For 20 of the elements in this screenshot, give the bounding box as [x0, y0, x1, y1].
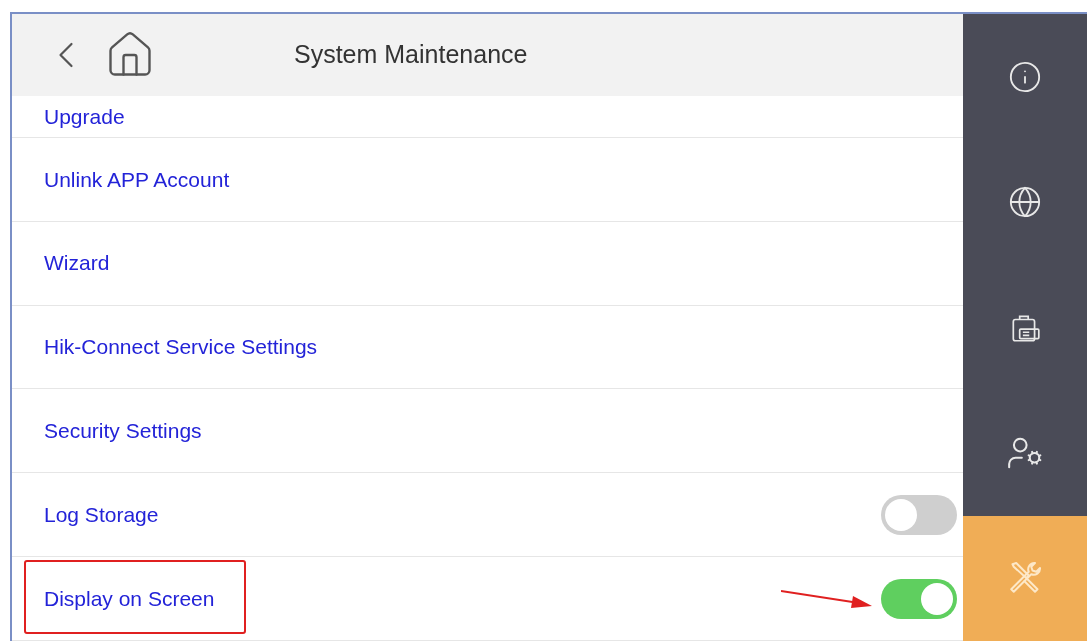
menu-label: Log Storage: [44, 501, 159, 528]
menu-row[interactable]: Display on Screen: [12, 557, 963, 641]
menu-label: Security Settings: [44, 418, 202, 445]
menu-label: Wizard: [44, 250, 110, 277]
menu-label: Upgrade: [44, 103, 125, 130]
menu-row[interactable]: Log Storage: [12, 473, 963, 558]
menu-label: Hik-Connect Service Settings: [44, 334, 318, 361]
menu-label: Display on Screen: [44, 585, 215, 612]
toggle-switch[interactable]: [881, 578, 957, 619]
menu-row[interactable]: Wizard: [12, 221, 963, 306]
menu-label: Unlink APP Account: [44, 166, 230, 193]
menu-row[interactable]: Security Settings: [12, 389, 963, 474]
menu-row[interactable]: Upgrade: [12, 96, 963, 138]
menu-row[interactable]: Unlink APP Account: [12, 137, 963, 222]
info-icon: [1008, 59, 1042, 94]
toggle-switch[interactable]: [881, 494, 957, 535]
page-title: System Maintenance: [294, 39, 528, 71]
globe-icon: [1008, 185, 1042, 220]
menu-row[interactable]: Hik-Connect Service Settings: [12, 305, 963, 390]
sidebar-tab[interactable]: [963, 515, 1087, 641]
